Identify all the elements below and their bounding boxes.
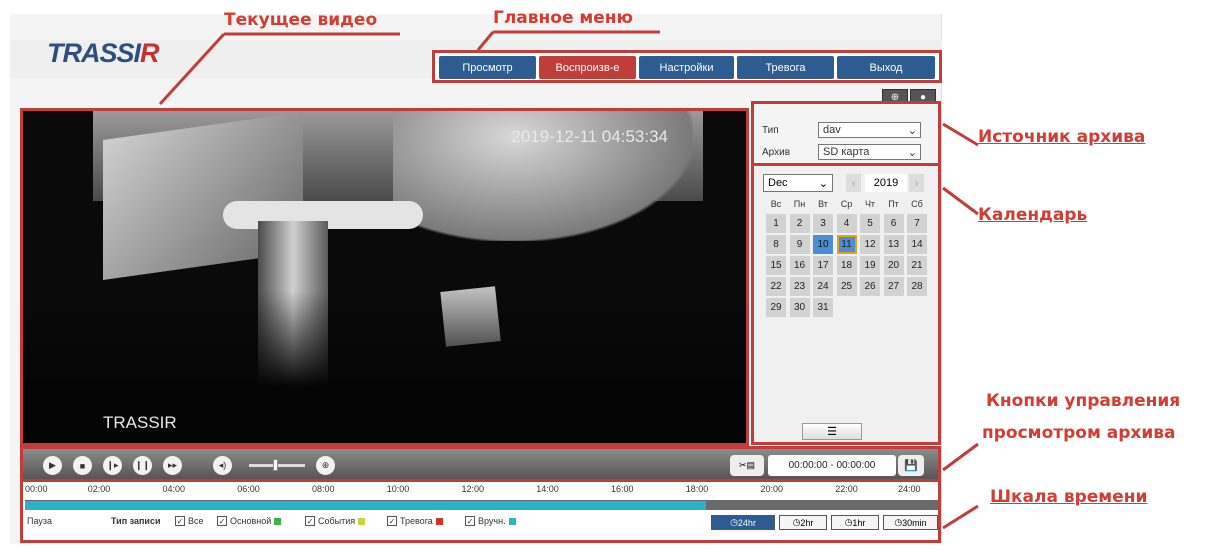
annotation-lines	[158, 30, 979, 530]
annotation-controls-2: просмотром архива	[982, 423, 1176, 443]
annotation-calendar: Календарь	[978, 205, 1088, 225]
annotation-current-video: Текущее видео	[224, 10, 378, 30]
annotation-controls-1: Кнопки управления	[986, 391, 1181, 411]
annotation-main-menu: Главное меню	[493, 8, 634, 28]
annotation-timeline: Шкала времени	[990, 487, 1148, 507]
annotation-archive-source: Источник архива	[978, 127, 1146, 147]
